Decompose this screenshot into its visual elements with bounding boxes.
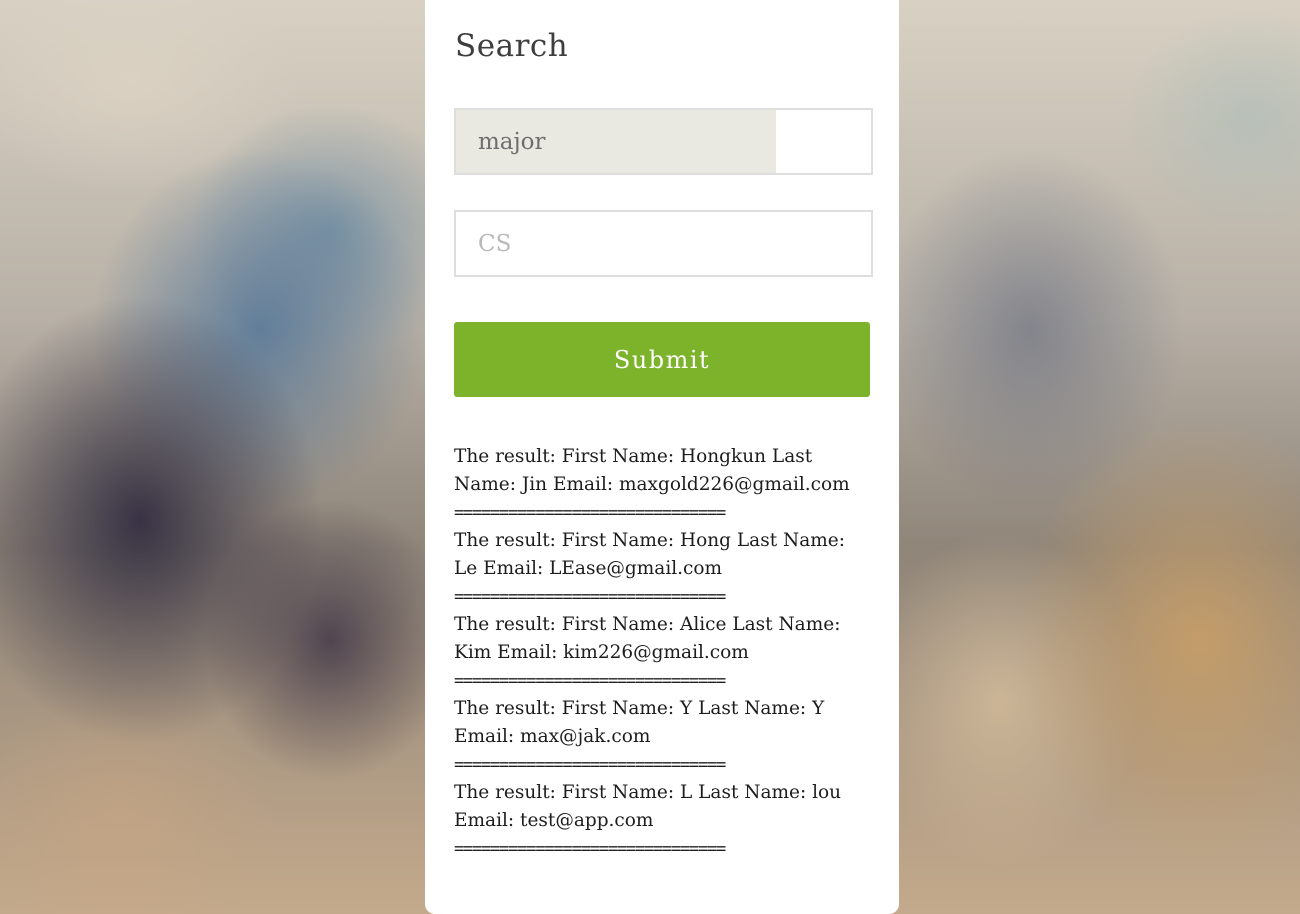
- page-title: Search: [455, 28, 569, 64]
- results-list: The result: First Name: Hongkun Last Nam…: [454, 443, 872, 863]
- cs-field-wrapper: [454, 210, 873, 277]
- result-item: The result: First Name: Alice Last Name:…: [454, 611, 872, 695]
- result-item: The result: First Name: Hong Last Name: …: [454, 527, 872, 611]
- result-text: The result: First Name: Hong Last Name: …: [454, 530, 845, 579]
- result-separator: ==============================: [454, 755, 726, 775]
- result-item: The result: First Name: L Last Name: lou…: [454, 779, 872, 863]
- result-separator: ==============================: [454, 587, 726, 607]
- result-text: The result: First Name: L Last Name: lou…: [454, 782, 842, 831]
- result-text: The result: First Name: Alice Last Name:…: [454, 614, 841, 663]
- result-item: The result: First Name: Y Last Name: Y E…: [454, 695, 872, 779]
- result-separator: ==============================: [454, 839, 726, 859]
- submit-button[interactable]: Submit: [454, 322, 870, 397]
- major-input[interactable]: [456, 110, 871, 173]
- result-separator: ==============================: [454, 503, 726, 523]
- result-separator: ==============================: [454, 671, 726, 691]
- result-item: The result: First Name: Hongkun Last Nam…: [454, 443, 872, 527]
- major-field-wrapper: [454, 108, 873, 175]
- result-text: The result: First Name: Hongkun Last Nam…: [454, 446, 850, 495]
- result-text: The result: First Name: Y Last Name: Y E…: [454, 698, 825, 747]
- cs-input[interactable]: [456, 212, 871, 275]
